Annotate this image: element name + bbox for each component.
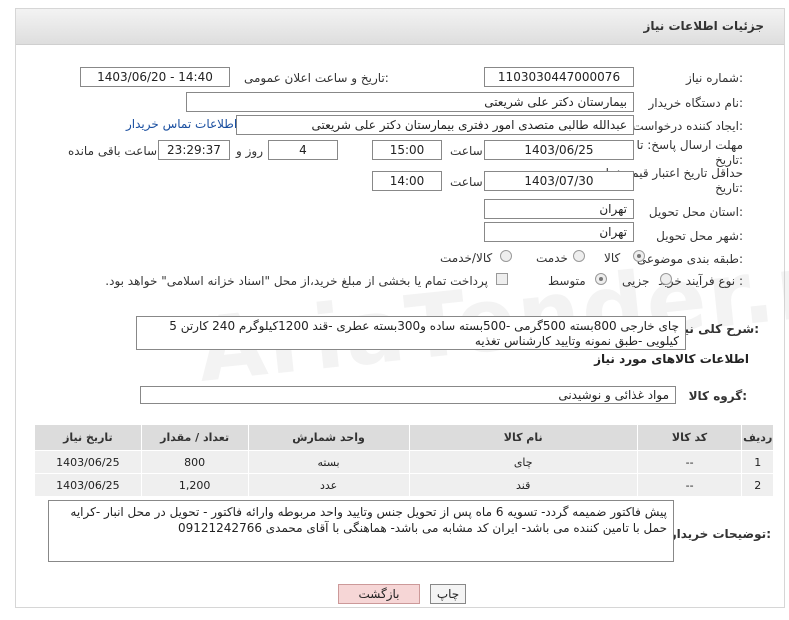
buyer-field: بیمارستان دکتر علی شریعتی [186, 92, 634, 112]
radio-goods[interactable] [633, 250, 645, 262]
cell-quantity: 800 [140, 450, 249, 474]
radio-minor-label: جزیی [622, 274, 650, 288]
validity-label-date: تاریخ: [715, 181, 743, 195]
print-button[interactable]: چاپ [430, 584, 466, 604]
cell-name: قند [408, 473, 638, 497]
radio-minor[interactable] [660, 273, 672, 285]
goods-section-title: اطلاعات کالاهای مورد نیاز [594, 352, 749, 366]
cell-unit: عدد [247, 473, 410, 497]
radio-medium[interactable] [595, 273, 607, 285]
province-label: استان محل تحویل: [648, 205, 743, 219]
radio-goods-label: کالا [604, 251, 621, 265]
radio-service[interactable] [573, 250, 585, 262]
radio-goods-service[interactable] [500, 250, 512, 262]
cell-code: -- [636, 473, 743, 497]
cell-row: 2 [741, 473, 774, 497]
buyer-label: نام دستگاه خریدار: [648, 96, 744, 110]
watermark-logo: AriaTender.neT [192, 219, 789, 402]
buyer-contact-link[interactable]: اطلاعات تماس خریدار [126, 117, 237, 131]
col-row: ردیف [741, 424, 774, 451]
days-label: روز و [236, 144, 263, 158]
radio-medium-label: متوسط [548, 274, 586, 288]
goods-group-field: مواد غذائی و نوشیدنی [140, 386, 676, 404]
description-textarea[interactable]: چای خارجی 800بسته 500گرمی -500بسته ساده … [136, 316, 686, 350]
deadline-label-date: تاریخ: [715, 153, 743, 167]
validity-time-field: 14:00 [372, 171, 442, 191]
col-unit: واحد شمارش [247, 424, 410, 451]
buyer-notes-textarea[interactable]: پیش فاکتور ضمیمه گردد- تسویه 6 ماه پس از… [48, 500, 674, 562]
treasury-payment-note: پرداخت تمام یا بخشی از مبلغ خرید،از محل … [105, 274, 488, 288]
cell-code: -- [636, 450, 743, 474]
table-row: 1 -- چای بسته 800 1403/06/25 [34, 450, 774, 474]
table-row: 2 -- قند عدد 1,200 1403/06/25 [34, 473, 774, 497]
city-field: تهران [484, 222, 634, 242]
deadline-time-label: ساعت [450, 144, 483, 158]
cell-date: 1403/06/25 [34, 473, 142, 497]
cell-date: 1403/06/25 [34, 450, 142, 474]
cell-unit: بسته [247, 450, 410, 474]
col-date: تاریخ نیاز [34, 424, 142, 451]
panel-header: جزئیات اطلاعات نیاز [16, 9, 784, 45]
col-name: نام کالا [408, 424, 638, 451]
cell-row: 1 [741, 450, 774, 474]
goods-table: ردیف کد کالا نام کالا واحد شمارش تعداد /… [34, 424, 774, 497]
radio-service-label: خدمت [536, 251, 568, 265]
deadline-time-field: 15:00 [372, 140, 442, 160]
panel-title: جزئیات اطلاعات نیاز [643, 19, 764, 33]
deadline-label: مهلت ارسال پاسخ: تا [636, 138, 743, 152]
buyer-notes-label: توضیحات خریدار: [669, 527, 771, 541]
validity-time-label: ساعت [450, 175, 483, 189]
radio-goods-service-label: کالا/خدمت [440, 251, 493, 265]
need-number-field: 1103030447000076 [484, 67, 634, 87]
validity-date-field: 1403/07/30 [484, 171, 634, 191]
col-code: کد کالا [636, 424, 743, 451]
col-quantity: تعداد / مقدار [140, 424, 249, 451]
cell-quantity: 1,200 [140, 473, 249, 497]
category-label: طبقه بندی موضوعی: [636, 252, 743, 266]
remaining-label: ساعت باقی مانده [68, 144, 158, 158]
goods-group-label: گروه کالا: [688, 389, 747, 403]
cell-name: چای [408, 450, 638, 474]
deadline-date-field: 1403/06/25 [484, 140, 634, 160]
table-header-row: ردیف کد کالا نام کالا واحد شمارش تعداد /… [34, 424, 774, 451]
province-field: تهران [484, 199, 634, 219]
remaining-time-field: 23:29:37 [158, 140, 230, 160]
announce-label: تاریخ و ساعت اعلان عمومی: [244, 71, 389, 85]
treasury-payment-checkbox[interactable] [496, 273, 508, 285]
announce-field: 1403/06/20 - 14:40 [80, 67, 230, 87]
days-field: 4 [268, 140, 338, 160]
creator-label: ایجاد کننده درخواست: [632, 119, 743, 133]
back-button[interactable]: بازگشت [338, 584, 420, 604]
city-label: شهر محل تحویل: [656, 229, 743, 243]
creator-field: عبدالله طالبی متصدی امور دفتری بیمارستان… [236, 115, 634, 135]
need-number-label: شماره نیاز: [685, 71, 743, 85]
